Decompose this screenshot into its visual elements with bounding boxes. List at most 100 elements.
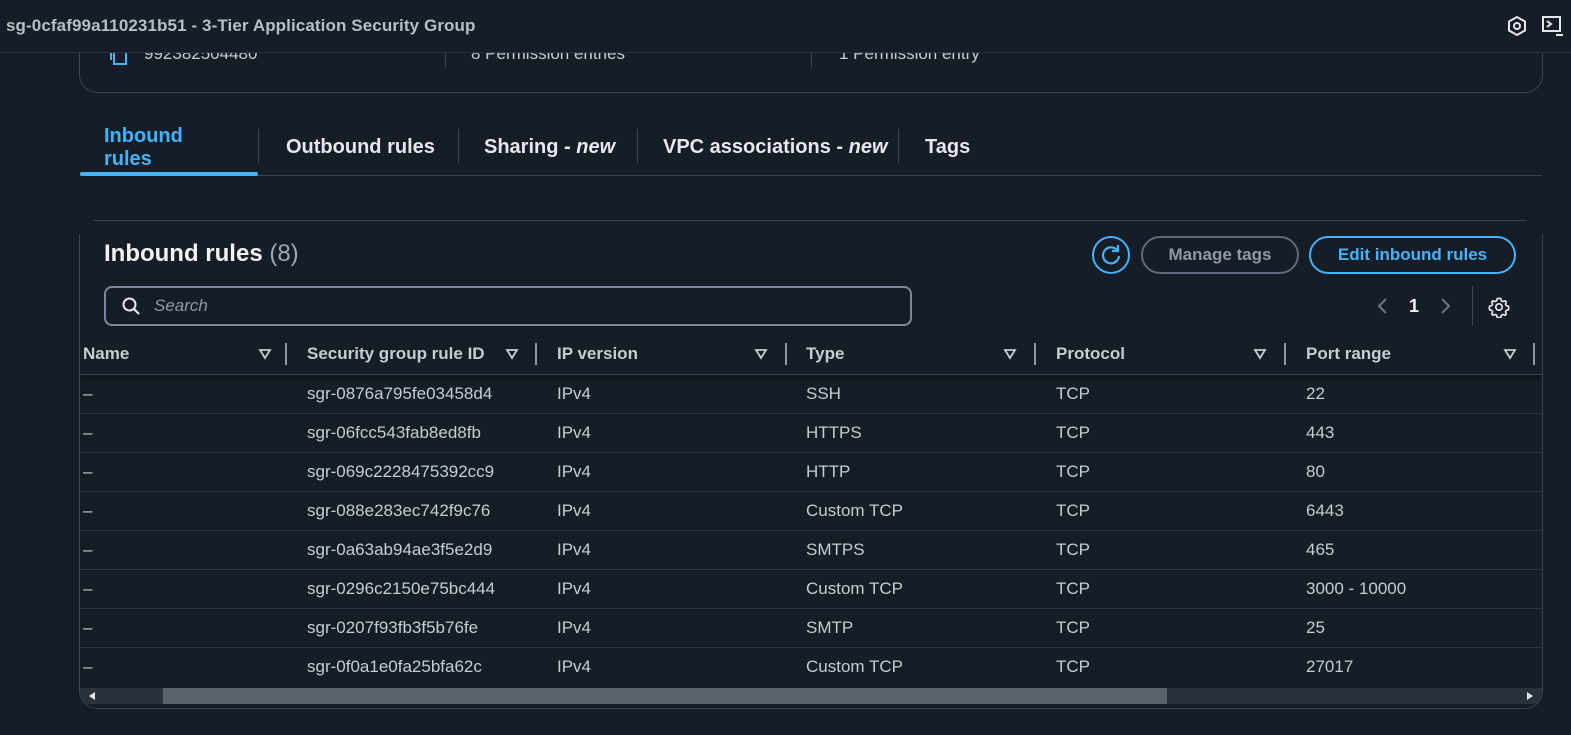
scroll-right-icon[interactable] [1524, 690, 1536, 702]
rule-count: (8) [269, 240, 299, 267]
scroll-left-icon[interactable] [86, 690, 98, 702]
table-row[interactable]: – sgr-069c2228475392cc9 IPv4 HTTP TCP 80 [80, 453, 1542, 492]
column-label: Security group rule ID [307, 344, 485, 363]
panel-title-text: Inbound rules [104, 240, 263, 267]
tab-label: Outbound rules [286, 136, 435, 158]
tab-inbound-rules[interactable]: Inbound rules [80, 120, 258, 176]
cell-ip-version: IPv4 [557, 540, 592, 559]
chevron-left-icon [1377, 298, 1387, 314]
cell-rule-id: sgr-088e283ec742f9c76 [307, 501, 491, 520]
cell-port-range: 443 [1306, 423, 1335, 442]
tab-outbound-rules[interactable]: Outbound rules [262, 120, 459, 175]
cell-type: HTTPS [806, 423, 862, 442]
cell-port-range: 6443 [1306, 501, 1344, 520]
cell-type: HTTP [806, 462, 851, 481]
cell-rule-id: sgr-069c2228475392cc9 [307, 462, 495, 481]
table-row[interactable]: – sgr-088e283ec742f9c76 IPv4 Custom TCP … [80, 492, 1542, 531]
column-label: Type [806, 344, 845, 363]
tab-label: Sharing - [484, 136, 577, 158]
column-resize-handle[interactable] [1034, 343, 1036, 365]
table-row[interactable]: – sgr-0f0a1e0fa25bfa62c IPv4 Custom TCP … [80, 648, 1542, 686]
cell-ip-version: IPv4 [557, 462, 592, 481]
sort-caret-icon [505, 349, 519, 360]
new-badge: new [848, 136, 888, 158]
column-resize-handle[interactable] [1533, 343, 1535, 365]
search-icon [122, 297, 140, 315]
table-settings-button[interactable] [1484, 292, 1514, 322]
next-page-button[interactable] [1434, 290, 1458, 322]
cell-port-range: 3000 - 10000 [1306, 579, 1407, 598]
cell-protocol: TCP [1056, 540, 1090, 559]
column-header-protocol[interactable]: Protocol [1056, 334, 1276, 374]
cell-protocol: TCP [1056, 579, 1090, 598]
cell-protocol: TCP [1056, 618, 1090, 637]
column-header-port-range[interactable]: Port range [1306, 334, 1526, 374]
column-label: Name [83, 344, 130, 363]
inbound-rules-table: Name Security group rule ID IP version T… [80, 334, 1542, 686]
tab-divider [458, 129, 459, 163]
page-number[interactable]: 1 [1394, 296, 1434, 317]
table-row[interactable]: – sgr-0296c2150e75bc444 IPv4 Custom TCP … [80, 570, 1542, 609]
tab-vpc-associations[interactable]: VPC associations - new [639, 120, 912, 175]
cell-port-range: 80 [1306, 462, 1325, 481]
table-row[interactable]: – sgr-06fcc543fab8ed8fb IPv4 HTTPS TCP 4… [80, 414, 1542, 453]
column-resize-handle[interactable] [1284, 343, 1286, 365]
cell-port-range: 25 [1306, 618, 1325, 637]
refresh-icon [1101, 245, 1121, 265]
cell-protocol: TCP [1056, 423, 1090, 442]
refresh-button[interactable] [1092, 236, 1130, 274]
tab-label: Tags [925, 136, 971, 158]
column-header-ip-version[interactable]: IP version [557, 334, 777, 374]
column-resize-handle[interactable] [535, 343, 537, 365]
gear-icon [1488, 297, 1510, 318]
cell-type: SMTP [806, 618, 854, 637]
manage-tags-button[interactable]: Manage tags [1141, 236, 1299, 274]
table-row[interactable]: – sgr-0a63ab94ae3f5e2d9 IPv4 SMTPS TCP 4… [80, 531, 1542, 570]
tab-sharing[interactable]: Sharing - new [460, 120, 639, 175]
search-field[interactable] [104, 286, 912, 326]
terminal-icon[interactable] [1535, 8, 1571, 44]
cell-name: – [83, 540, 93, 559]
cell-port-range: 22 [1306, 384, 1325, 403]
column-header-name[interactable]: Name [83, 334, 283, 374]
cell-name: – [83, 657, 93, 676]
column-resize-handle[interactable] [285, 343, 287, 365]
panel-title: Inbound rules (8) [104, 240, 299, 268]
cell-name: – [83, 423, 93, 442]
cell-protocol: TCP [1056, 462, 1090, 481]
cell-type: SSH [806, 384, 841, 403]
panel-divider [93, 220, 1527, 221]
cell-rule-id: sgr-0296c2150e75bc444 [307, 579, 496, 598]
cell-name: – [83, 384, 93, 403]
table-row[interactable]: – sgr-0876a795fe03458d4 IPv4 SSH TCP 22 [80, 375, 1542, 414]
tab-divider [258, 129, 259, 163]
scrollbar-thumb[interactable] [163, 688, 1167, 704]
divider [1472, 286, 1473, 326]
horizontal-scrollbar[interactable] [80, 684, 1542, 708]
column-resize-handle[interactable] [785, 343, 787, 365]
cell-ip-version: IPv4 [557, 618, 592, 637]
pagination: 1 [1370, 290, 1458, 322]
column-header-rule-id[interactable]: Security group rule ID [307, 334, 527, 374]
sort-caret-icon [754, 349, 768, 360]
cell-ip-version: IPv4 [557, 501, 592, 520]
table-row[interactable]: – sgr-0207f93fb3f5b76fe IPv4 SMTP TCP 25 [80, 609, 1542, 648]
cell-ip-version: IPv4 [557, 579, 592, 598]
cell-ip-version: IPv4 [557, 384, 592, 403]
column-header-type[interactable]: Type [806, 334, 1026, 374]
sort-caret-icon [1003, 349, 1017, 360]
cell-rule-id: sgr-0a63ab94ae3f5e2d9 [307, 540, 493, 559]
titlebar-icons [1499, 0, 1571, 52]
tab-label: VPC associations - [663, 136, 849, 158]
window-titlebar: sg-0cfaf99a110231b51 - 3-Tier Applicatio… [0, 0, 1571, 53]
tab-divider [898, 129, 899, 163]
edit-inbound-rules-button[interactable]: Edit inbound rules [1309, 236, 1516, 274]
table-header: Name Security group rule ID IP version T… [80, 334, 1542, 375]
search-input[interactable] [152, 295, 856, 317]
cell-rule-id: sgr-06fcc543fab8ed8fb [307, 423, 481, 442]
previous-page-button[interactable] [1370, 290, 1394, 322]
tab-tags[interactable]: Tags [901, 120, 994, 175]
column-label: Port range [1306, 344, 1392, 363]
cloudshell-icon[interactable] [1499, 8, 1535, 44]
cell-name: – [83, 462, 93, 481]
